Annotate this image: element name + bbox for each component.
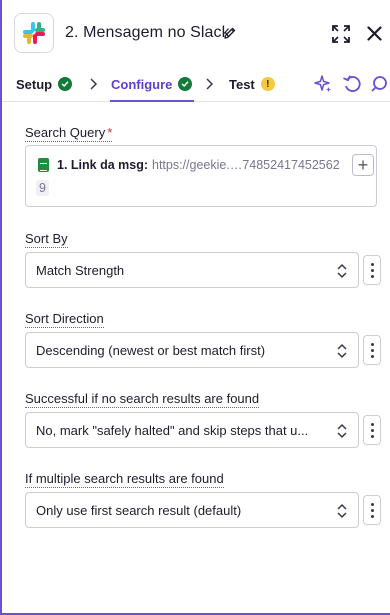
- multiple-results-label: If multiple search results are found: [25, 471, 224, 488]
- chevron-updown-icon: [337, 263, 347, 279]
- add-data-button[interactable]: +: [352, 154, 374, 176]
- google-sheets-icon: [38, 158, 49, 172]
- field-label-text: Search Query: [25, 125, 106, 140]
- select-value: Match Strength: [36, 262, 125, 278]
- active-tab-indicator: [110, 100, 194, 102]
- pencil-icon[interactable]: [223, 26, 237, 40]
- tab-label: Setup: [16, 76, 53, 92]
- tab-test[interactable]: Test !: [229, 66, 275, 102]
- chevron-updown-icon: [337, 423, 347, 439]
- pill-label: 1. Link da msg:: [57, 158, 148, 172]
- sort-by-label: Sort By: [25, 231, 68, 248]
- pill-value: https://geekie.…74852417452562: [152, 158, 340, 172]
- sort-by-select[interactable]: Match Strength: [25, 252, 359, 288]
- step-tabs: Setup Configure Test !: [2, 66, 390, 102]
- chevron-right-icon: [90, 78, 98, 90]
- step-editor-panel: 2. Mensagem no Slack Setup Configure Tes…: [0, 0, 390, 615]
- tab-label: Test: [229, 76, 255, 92]
- close-icon[interactable]: [367, 26, 382, 41]
- search-query-label: Search Query *: [25, 125, 113, 142]
- tab-label: Configure: [111, 76, 173, 92]
- check-icon: [178, 77, 193, 91]
- required-marker: *: [107, 125, 113, 140]
- panel-header: 2. Mensagem no Slack: [2, 0, 390, 66]
- refresh-icon[interactable]: [342, 74, 362, 94]
- sort-direction-label: Sort Direction: [25, 311, 104, 328]
- tab-configure[interactable]: Configure: [111, 66, 193, 102]
- select-value: Only use first search result (default): [36, 502, 242, 518]
- chevron-updown-icon: [337, 503, 347, 519]
- multiple-results-select[interactable]: Only use first search result (default): [25, 492, 359, 528]
- slack-logo: [14, 13, 54, 53]
- search-query-input[interactable]: 1. Link da msg: https://geekie.…74852417…: [25, 145, 377, 207]
- pill-value-continued: 9: [36, 180, 49, 196]
- chevron-right-icon: [206, 78, 214, 90]
- step-title: 2. Mensagem no Slack: [65, 24, 230, 41]
- expand-icon[interactable]: [332, 25, 350, 43]
- check-icon: [58, 77, 73, 91]
- select-value: Descending (newest or best match first): [36, 342, 266, 358]
- search-icon[interactable]: [371, 74, 390, 94]
- field-options-button[interactable]: [363, 495, 381, 525]
- warning-icon: !: [260, 77, 275, 91]
- no-results-select[interactable]: No, mark "safely halted" and skip steps …: [25, 412, 359, 448]
- select-value: No, mark "safely halted" and skip steps …: [36, 422, 309, 438]
- field-options-button[interactable]: [363, 335, 381, 365]
- no-results-label: Successful if no search results are foun…: [25, 391, 260, 408]
- tab-setup[interactable]: Setup: [16, 66, 73, 102]
- field-options-button[interactable]: [363, 255, 381, 285]
- field-options-button[interactable]: [363, 415, 381, 445]
- sparkle-icon[interactable]: [313, 74, 333, 94]
- sort-direction-select[interactable]: Descending (newest or best match first): [25, 332, 359, 368]
- mapped-field-pill[interactable]: 1. Link da msg: https://geekie.…74852417…: [38, 158, 340, 172]
- chevron-updown-icon: [337, 343, 347, 359]
